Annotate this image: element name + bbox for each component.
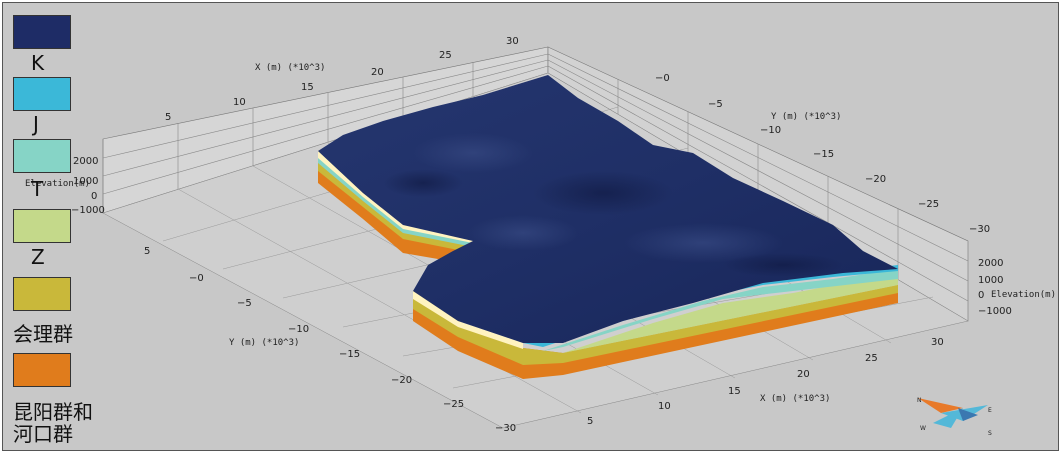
y-tick-left: −25 — [443, 399, 464, 410]
elevation-axis-title-right: Elevation(m) — [991, 290, 1056, 300]
x-tick-bottom: 30 — [931, 337, 944, 348]
elevation-ticks-right: 2000 1000 0 −1000 — [978, 258, 1012, 317]
y-tick-right: −5 — [708, 99, 723, 110]
elevation-tick-right: 0 — [978, 290, 984, 301]
legend-swatch-k — [13, 15, 71, 49]
compass-label: E — [988, 407, 992, 414]
x-tick-top: 25 — [439, 50, 452, 61]
legend-label-huili: 会理群 — [13, 322, 73, 346]
y-tick-right: −30 — [969, 224, 990, 235]
legend-swatch-huili — [13, 277, 71, 311]
x-tick-top: 15 — [301, 82, 314, 93]
legend-label-t: T — [31, 177, 44, 201]
y-tick-left: −0 — [189, 273, 204, 284]
x-tick-bottom: 25 — [865, 353, 878, 364]
legend-label-k: K — [31, 51, 45, 75]
geological-3d-model: X (m) (*10^3) X (m) (*10^3) Y (m) (*10^3… — [25, 36, 1056, 437]
compass-label: W — [920, 425, 926, 432]
y-axis-title-left: Y (m) (*10^3) — [229, 338, 299, 348]
compass-label: S — [988, 430, 992, 437]
x-tick-top: 5 — [165, 112, 171, 123]
y-tick-left: −30 — [495, 423, 516, 434]
y-tick-right: −25 — [918, 199, 939, 210]
y-tick-right: −10 — [760, 125, 781, 136]
compass-label: N — [917, 397, 922, 404]
elevation-tick-left: 2000 — [73, 156, 98, 167]
y-tick-left: −20 — [391, 375, 412, 386]
legend-swatch-z — [13, 209, 71, 243]
legend-swatch-j — [13, 77, 71, 111]
x-tick-top: 10 — [233, 97, 246, 108]
elevation-tick-right: 2000 — [978, 258, 1003, 269]
compass-icon[interactable]: N E S W — [917, 397, 992, 437]
x-tick-top: 20 — [371, 67, 384, 78]
x-tick-top: 30 — [506, 36, 519, 47]
y-tick-left: −15 — [339, 349, 360, 360]
legend-label-z: Z — [31, 245, 45, 269]
elevation-tick-right: −1000 — [978, 306, 1012, 317]
x-tick-bottom: 10 — [658, 401, 671, 412]
legend-label-kunyang: 昆阳群和 河口群 — [13, 400, 93, 446]
legend-swatch-kunyang — [13, 353, 71, 387]
elevation-tick-left: 1000 — [73, 176, 98, 187]
elevation-tick-left: −1000 — [71, 205, 105, 216]
y-tick-left: −5 — [237, 298, 252, 309]
y-tick-right: −20 — [865, 174, 886, 185]
legend-swatch-t — [13, 139, 71, 173]
x-tick-bottom: 20 — [797, 369, 810, 380]
elevation-tick-left: 0 — [91, 191, 97, 202]
y-tick-right: −15 — [813, 149, 834, 160]
y-tick-left: −10 — [288, 324, 309, 335]
y-axis-title-right: Y (m) (*10^3) — [771, 112, 841, 122]
x-axis-title-bottom: X (m) (*10^3) — [760, 394, 830, 404]
model-viewport[interactable]: X (m) (*10^3) X (m) (*10^3) Y (m) (*10^3… — [2, 2, 1059, 451]
elevation-ticks-left: 2000 1000 0 −1000 — [71, 156, 105, 216]
y-tick-left: 5 — [144, 246, 150, 257]
x-tick-bottom: 15 — [728, 386, 741, 397]
y-tick-right: −0 — [655, 73, 670, 84]
legend-label-j: J — [33, 112, 39, 136]
x-axis-title-top: X (m) (*10^3) — [255, 63, 325, 73]
x-tick-bottom: 5 — [587, 416, 593, 427]
elevation-tick-right: 1000 — [978, 275, 1003, 286]
